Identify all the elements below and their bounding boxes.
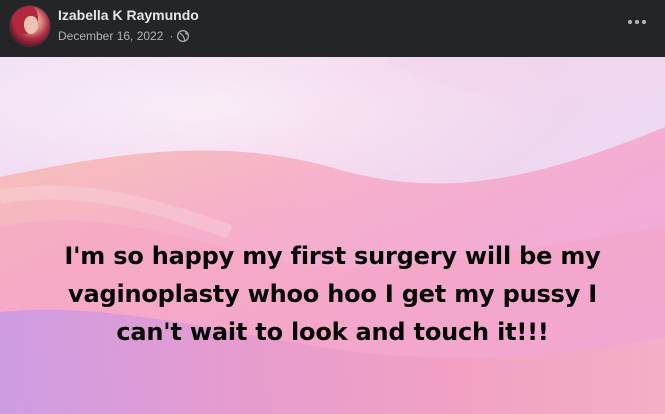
post-header: Izabella K Raymundo December 16, 2022 ·	[0, 0, 665, 57]
more-options-icon	[627, 19, 647, 25]
post-text-line: can't wait to look and touch it!!!	[116, 318, 549, 346]
post-text: I'm so happy my first surgery will be my…	[30, 237, 635, 351]
post-date[interactable]: December 16, 2022	[58, 29, 163, 43]
more-options-button[interactable]	[623, 10, 651, 34]
post-background-card[interactable]: I'm so happy my first surgery will be my…	[0, 57, 665, 414]
post-meta: December 16, 2022 ·	[58, 29, 190, 43]
author-avatar[interactable]	[10, 6, 50, 46]
post-text-line: vaginoplasty whoo hoo I get my pussy I	[68, 280, 597, 308]
author-name[interactable]: Izabella K Raymundo	[58, 7, 199, 23]
gradient-background	[0, 57, 665, 414]
meta-separator: ·	[169, 29, 174, 43]
facebook-post: Izabella K Raymundo December 16, 2022 ·	[0, 0, 665, 414]
post-text-line: I'm so happy my first surgery will be my	[64, 242, 601, 270]
globe-icon[interactable]	[177, 29, 190, 43]
